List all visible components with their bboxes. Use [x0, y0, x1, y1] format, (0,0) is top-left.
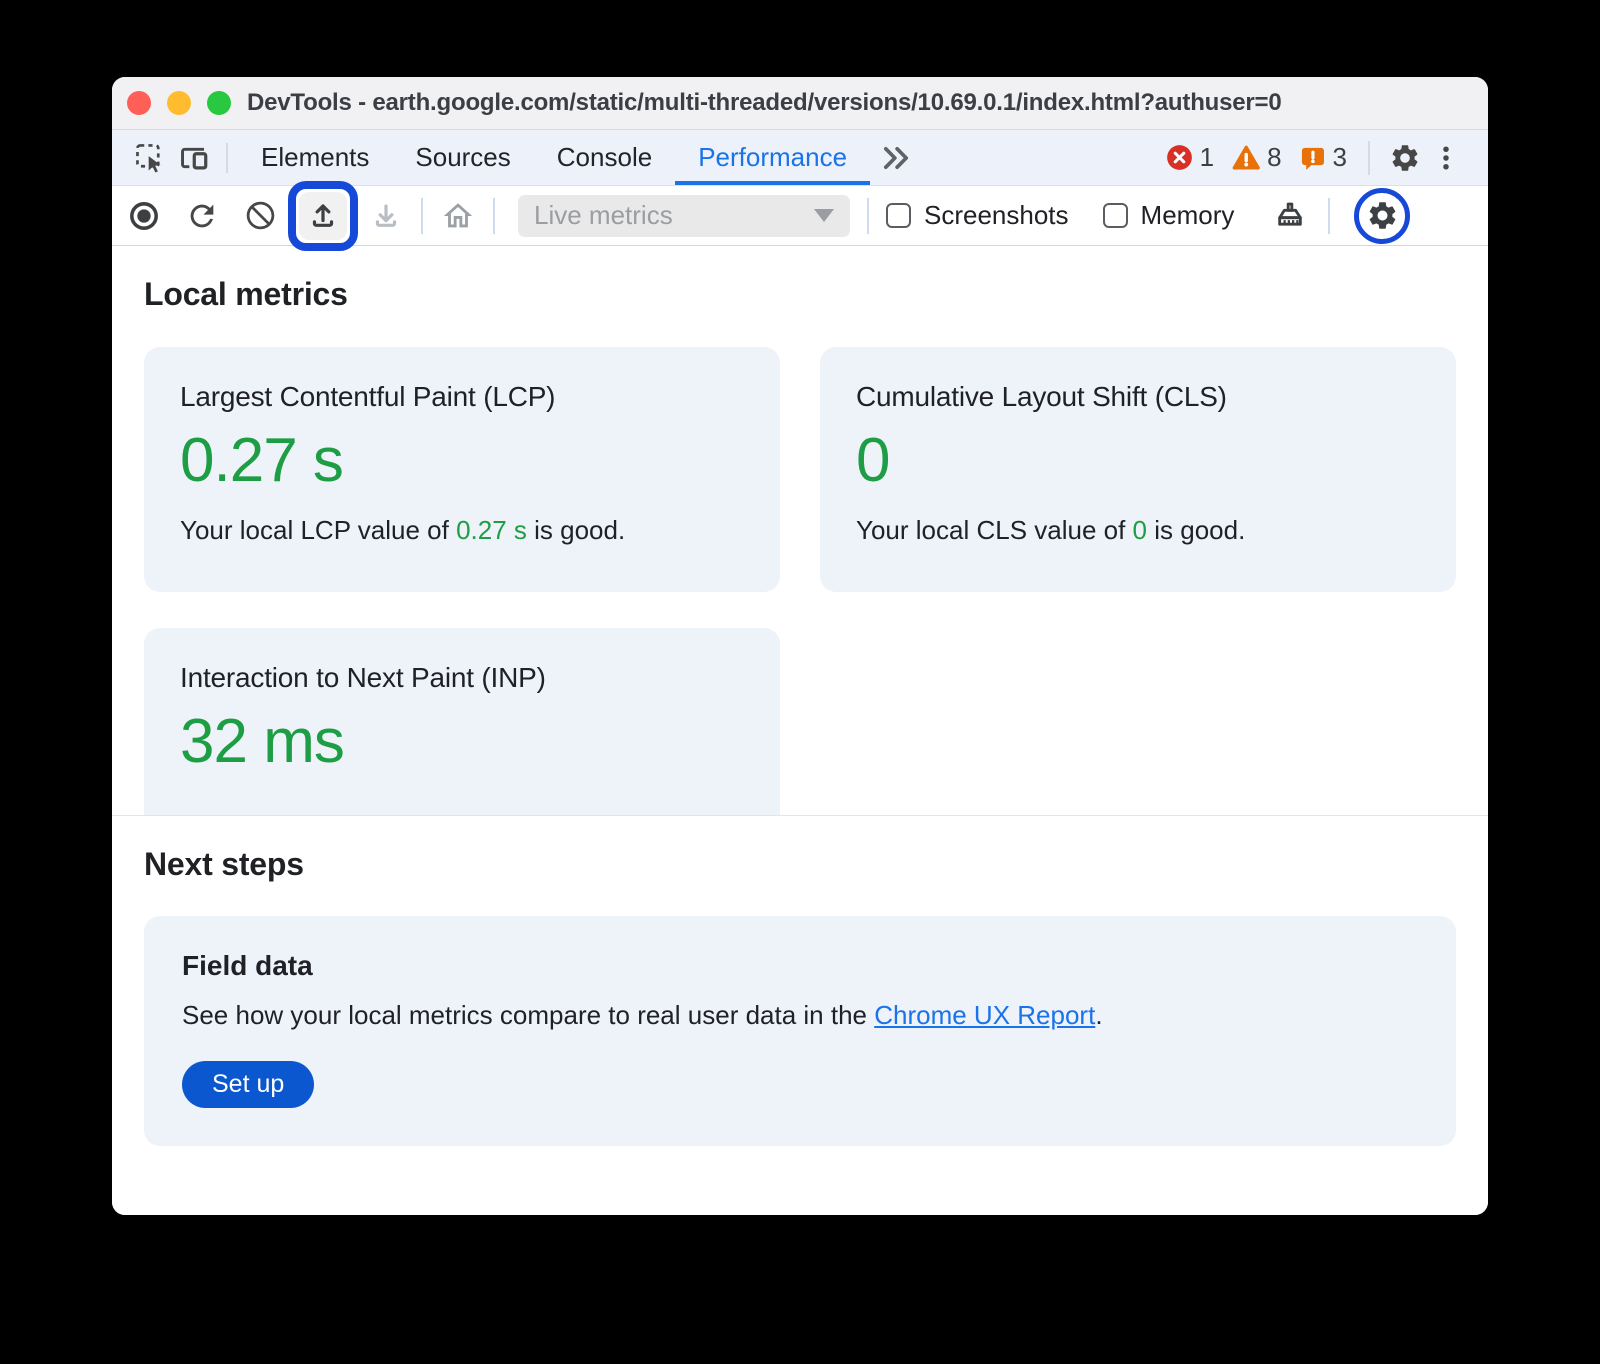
- devtools-tabbar: Elements Sources Console Performance 1: [112, 130, 1488, 186]
- minimize-button[interactable]: [167, 91, 191, 115]
- devtools-menu-button[interactable]: [1428, 143, 1464, 173]
- lcp-description: Your local LCP value of 0.27 s is good.: [180, 515, 744, 546]
- home-icon: [441, 199, 475, 233]
- set-up-button[interactable]: Set up: [182, 1061, 314, 1108]
- zoom-button[interactable]: [207, 91, 231, 115]
- live-metrics-home-button[interactable]: [436, 194, 480, 238]
- cls-desc-value: 0: [1133, 515, 1147, 545]
- lcp-title: Largest Contentful Paint (LCP): [180, 381, 744, 413]
- warning-count: 8: [1267, 142, 1281, 173]
- kebab-menu-icon: [1431, 143, 1461, 173]
- tab-elements[interactable]: Elements: [238, 130, 392, 185]
- cls-card: Cumulative Layout Shift (CLS) 0 Your loc…: [820, 347, 1456, 592]
- screenshots-label: Screenshots: [924, 200, 1069, 231]
- field-data-text: See how your local metrics compare to re…: [182, 1000, 1418, 1031]
- divider: [226, 143, 228, 173]
- lcp-card: Largest Contentful Paint (LCP) 0.27 s Yo…: [144, 347, 780, 592]
- collect-garbage-icon: [1273, 199, 1307, 233]
- issues-badge[interactable]: 3: [1299, 142, 1347, 173]
- issues-count: 3: [1333, 142, 1347, 173]
- download-icon: [370, 200, 402, 232]
- save-profile-button[interactable]: [364, 194, 408, 238]
- local-metrics-section: Local metrics Largest Contentful Paint (…: [112, 246, 1488, 815]
- next-steps-section: Next steps Field data See how your local…: [112, 815, 1488, 1215]
- window-title: DevTools - earth.google.com/static/multi…: [247, 89, 1282, 117]
- tab-console[interactable]: Console: [534, 130, 675, 185]
- devtools-window: DevTools - earth.google.com/static/multi…: [112, 77, 1488, 1215]
- field-data-card: Field data See how your local metrics co…: [144, 916, 1456, 1146]
- record-and-reload-button[interactable]: [180, 194, 224, 238]
- load-profile-button[interactable]: [299, 192, 347, 240]
- settings-highlight-annotation: [1354, 188, 1410, 244]
- inspect-element-button[interactable]: [128, 130, 172, 185]
- field-data-title: Field data: [182, 950, 1418, 982]
- inspect-icon: [134, 142, 166, 174]
- issues-icon: [1299, 144, 1326, 171]
- device-toolbar-icon: [178, 142, 210, 174]
- close-button[interactable]: [127, 91, 151, 115]
- live-metrics-select[interactable]: Live metrics: [518, 195, 850, 237]
- reload-icon: [185, 199, 219, 233]
- upload-icon: [307, 200, 339, 232]
- divider: [493, 198, 495, 234]
- performance-toolbar: Live metrics Screenshots Memory: [112, 186, 1488, 246]
- memory-label: Memory: [1141, 200, 1235, 231]
- traffic-lights: [127, 91, 231, 115]
- clear-icon: [244, 199, 277, 232]
- more-tabs-button[interactable]: [870, 130, 922, 185]
- tab-performance[interactable]: Performance: [675, 130, 870, 185]
- gear-icon: [1366, 199, 1399, 232]
- divider: [867, 198, 869, 234]
- collect-garbage-button[interactable]: [1268, 194, 1312, 238]
- chevron-double-right-icon: [879, 141, 913, 175]
- lcp-value: 0.27 s: [180, 423, 744, 499]
- record-icon: [127, 199, 161, 233]
- dropdown-caret-icon: [814, 209, 834, 222]
- devtools-settings-button[interactable]: [1382, 142, 1428, 174]
- memory-checkbox-group[interactable]: Memory: [1103, 200, 1235, 231]
- next-steps-heading: Next steps: [144, 816, 1456, 883]
- capture-settings-button[interactable]: [1362, 196, 1402, 236]
- cls-value: 0: [856, 423, 1420, 499]
- warning-icon: [1231, 143, 1260, 172]
- divider: [1328, 198, 1330, 234]
- gear-icon: [1389, 142, 1421, 174]
- inp-value: 32 ms: [180, 704, 744, 780]
- warning-badge[interactable]: 8: [1231, 142, 1281, 173]
- record-button[interactable]: [122, 194, 166, 238]
- clear-button[interactable]: [238, 194, 282, 238]
- device-toolbar-button[interactable]: [172, 130, 216, 185]
- titlebar[interactable]: DevTools - earth.google.com/static/multi…: [112, 77, 1488, 130]
- local-metrics-heading: Local metrics: [144, 246, 1456, 313]
- screenshots-checkbox[interactable]: [886, 203, 911, 228]
- error-badge[interactable]: 1: [1166, 142, 1214, 173]
- chrome-ux-report-link[interactable]: Chrome UX Report: [874, 1000, 1095, 1030]
- inp-card: Interaction to Next Paint (INP) 32 ms: [144, 628, 780, 815]
- cls-description: Your local CLS value of 0 is good.: [856, 515, 1420, 546]
- memory-checkbox[interactable]: [1103, 203, 1128, 228]
- lcp-desc-value: 0.27 s: [456, 515, 527, 545]
- divider: [1368, 141, 1370, 175]
- live-metrics-select-value: Live metrics: [534, 200, 814, 231]
- error-count: 1: [1200, 142, 1214, 173]
- error-icon: [1166, 144, 1193, 171]
- screenshots-checkbox-group[interactable]: Screenshots: [886, 200, 1069, 231]
- tab-sources[interactable]: Sources: [392, 130, 533, 185]
- divider: [421, 198, 423, 234]
- cls-title: Cumulative Layout Shift (CLS): [856, 381, 1420, 413]
- upload-highlight-annotation: [288, 181, 358, 251]
- inp-title: Interaction to Next Paint (INP): [180, 662, 744, 694]
